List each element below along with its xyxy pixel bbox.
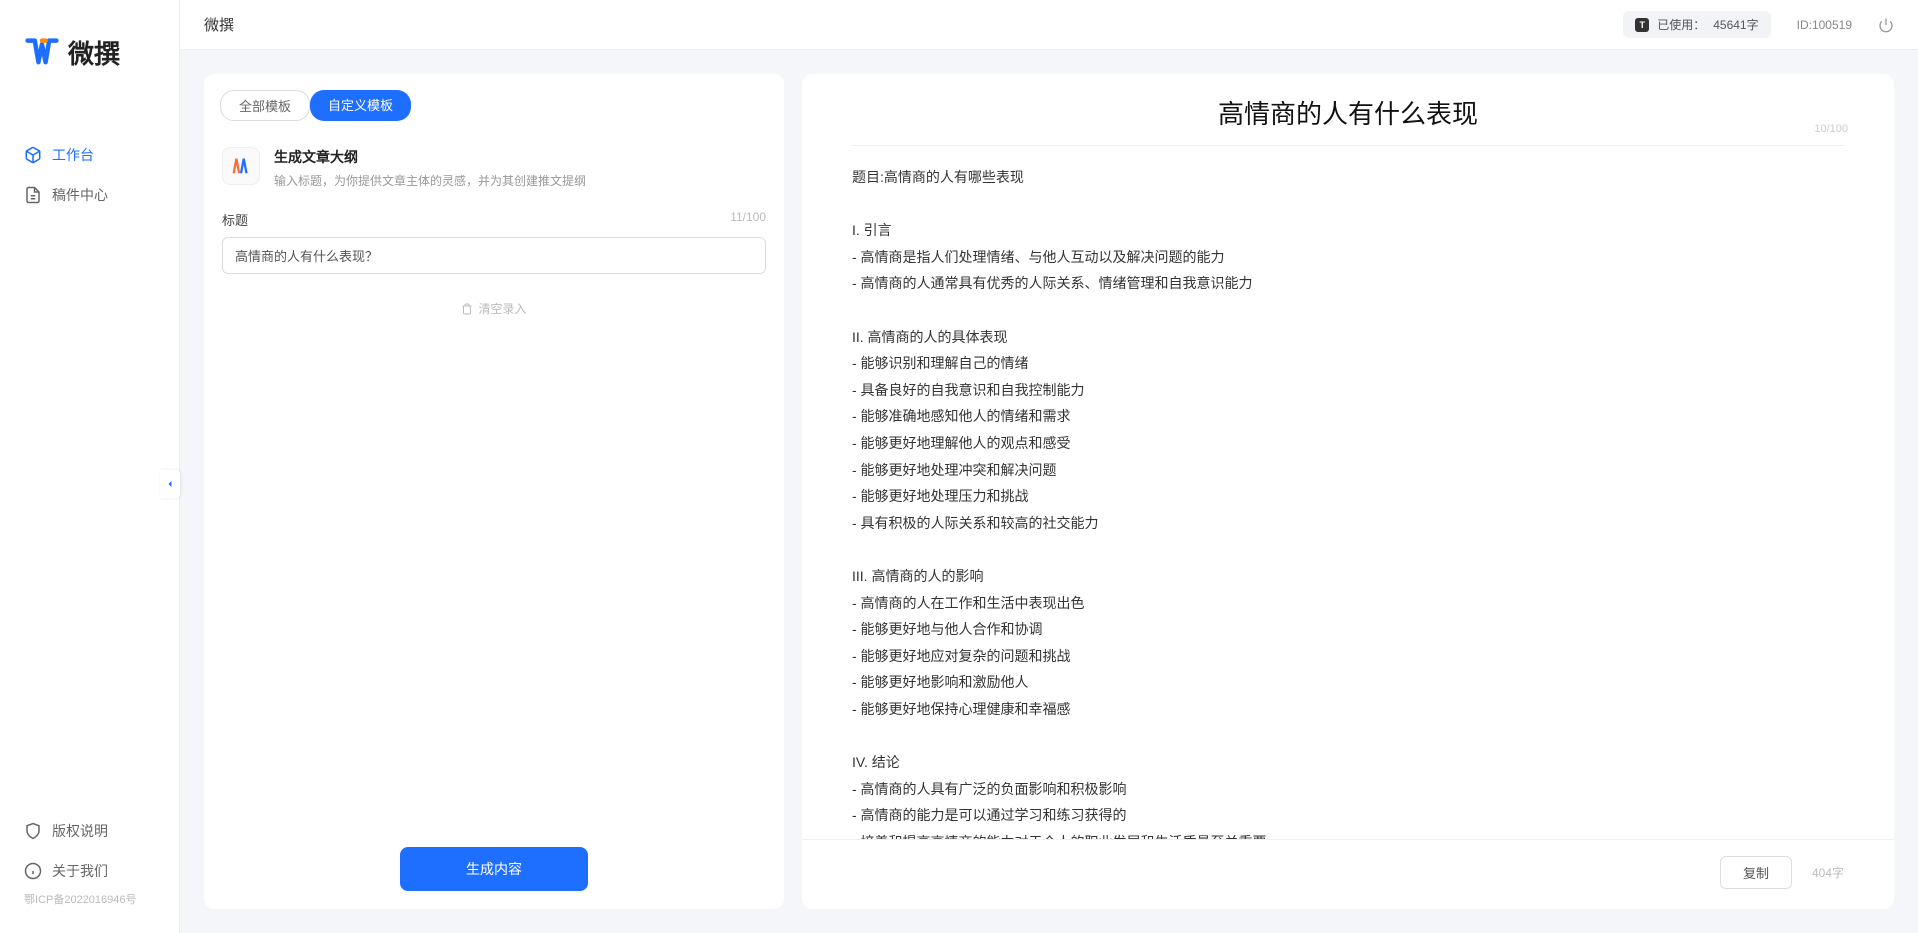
shield-icon (24, 822, 42, 840)
logo-icon (24, 37, 60, 69)
copy-button[interactable]: 复制 (1720, 856, 1792, 889)
clear-button[interactable]: 清空录入 (222, 300, 766, 317)
info-icon (24, 862, 42, 880)
nav-label: 稿件中心 (52, 185, 108, 205)
title-label: 标题 (222, 210, 248, 229)
word-count: 404字 (1812, 864, 1844, 881)
template-card: 生成文章大纲 输入标题，为你提供文章主体的灵感，并为其创建推文提纲 (222, 147, 766, 190)
header: 微撰 T 已使用： 45641字 ID:100519 (180, 0, 1918, 50)
nav-label: 工作台 (52, 145, 94, 165)
form-area: 标题 11/100 清空录入 (204, 210, 784, 829)
output-body[interactable]: 题目:高情商的人有哪些表现 I. 引言 - 高情商是指人们处理情绪、与他人互动以… (802, 146, 1894, 839)
clear-label: 清空录入 (478, 300, 526, 317)
generate-button[interactable]: 生成内容 (400, 847, 588, 891)
badge-icon: T (1635, 18, 1649, 32)
logo: 微撰 (0, 0, 179, 105)
template-icon (222, 147, 260, 185)
cube-icon (24, 146, 42, 164)
usage-value: 45641字 (1713, 16, 1758, 33)
tab-custom-templates[interactable]: 自定义模板 (310, 90, 411, 121)
trash-icon (461, 303, 473, 315)
document-icon (24, 186, 42, 204)
main-nav: 工作台 稿件中心 (0, 105, 179, 811)
chevron-left-icon (164, 478, 176, 490)
nav-item-copyright[interactable]: 版权说明 (0, 811, 179, 851)
page-title: 微撰 (204, 14, 234, 35)
title-input[interactable] (222, 237, 766, 274)
power-icon[interactable] (1878, 17, 1894, 33)
nav-item-workspace[interactable]: 工作台 (0, 135, 179, 175)
tab-all-templates[interactable]: 全部模板 (220, 90, 310, 121)
left-panel: 全部模板 自定义模板 生成文章大纲 输入标题，为你提供文章主体的灵感，并为其创建… (204, 74, 784, 909)
right-panel: 高情商的人有什么表现 10/100 题目:高情商的人有哪些表现 I. 引言 - … (802, 74, 1894, 909)
icp-text: 鄂ICP备2022016946号 (0, 891, 179, 913)
template-tabs: 全部模板 自定义模板 (204, 74, 784, 131)
nav-label: 版权说明 (52, 821, 108, 841)
template-title: 生成文章大纲 (274, 147, 766, 167)
title-char-count: 11/100 (730, 210, 766, 229)
nav-item-about[interactable]: 关于我们 (0, 851, 179, 891)
usage-label: 已使用： (1657, 16, 1705, 33)
output-title-count: 10/100 (1814, 123, 1848, 135)
user-id: ID:100519 (1797, 18, 1852, 32)
sidebar: 微撰 工作台 稿件中心 版权说明 关于我们 鄂ICP备2022016946号 (0, 0, 180, 933)
output-title: 高情商的人有什么表现 (852, 94, 1844, 131)
sidebar-collapse-button[interactable] (160, 470, 180, 498)
brand-name: 微撰 (68, 34, 120, 71)
usage-badge[interactable]: T 已使用： 45641字 (1623, 11, 1770, 38)
nav-label: 关于我们 (52, 861, 108, 881)
template-desc: 输入标题，为你提供文章主体的灵感，并为其创建推文提纲 (274, 172, 766, 190)
sidebar-bottom: 版权说明 关于我们 鄂ICP备2022016946号 (0, 811, 179, 933)
nav-item-drafts[interactable]: 稿件中心 (0, 175, 179, 215)
